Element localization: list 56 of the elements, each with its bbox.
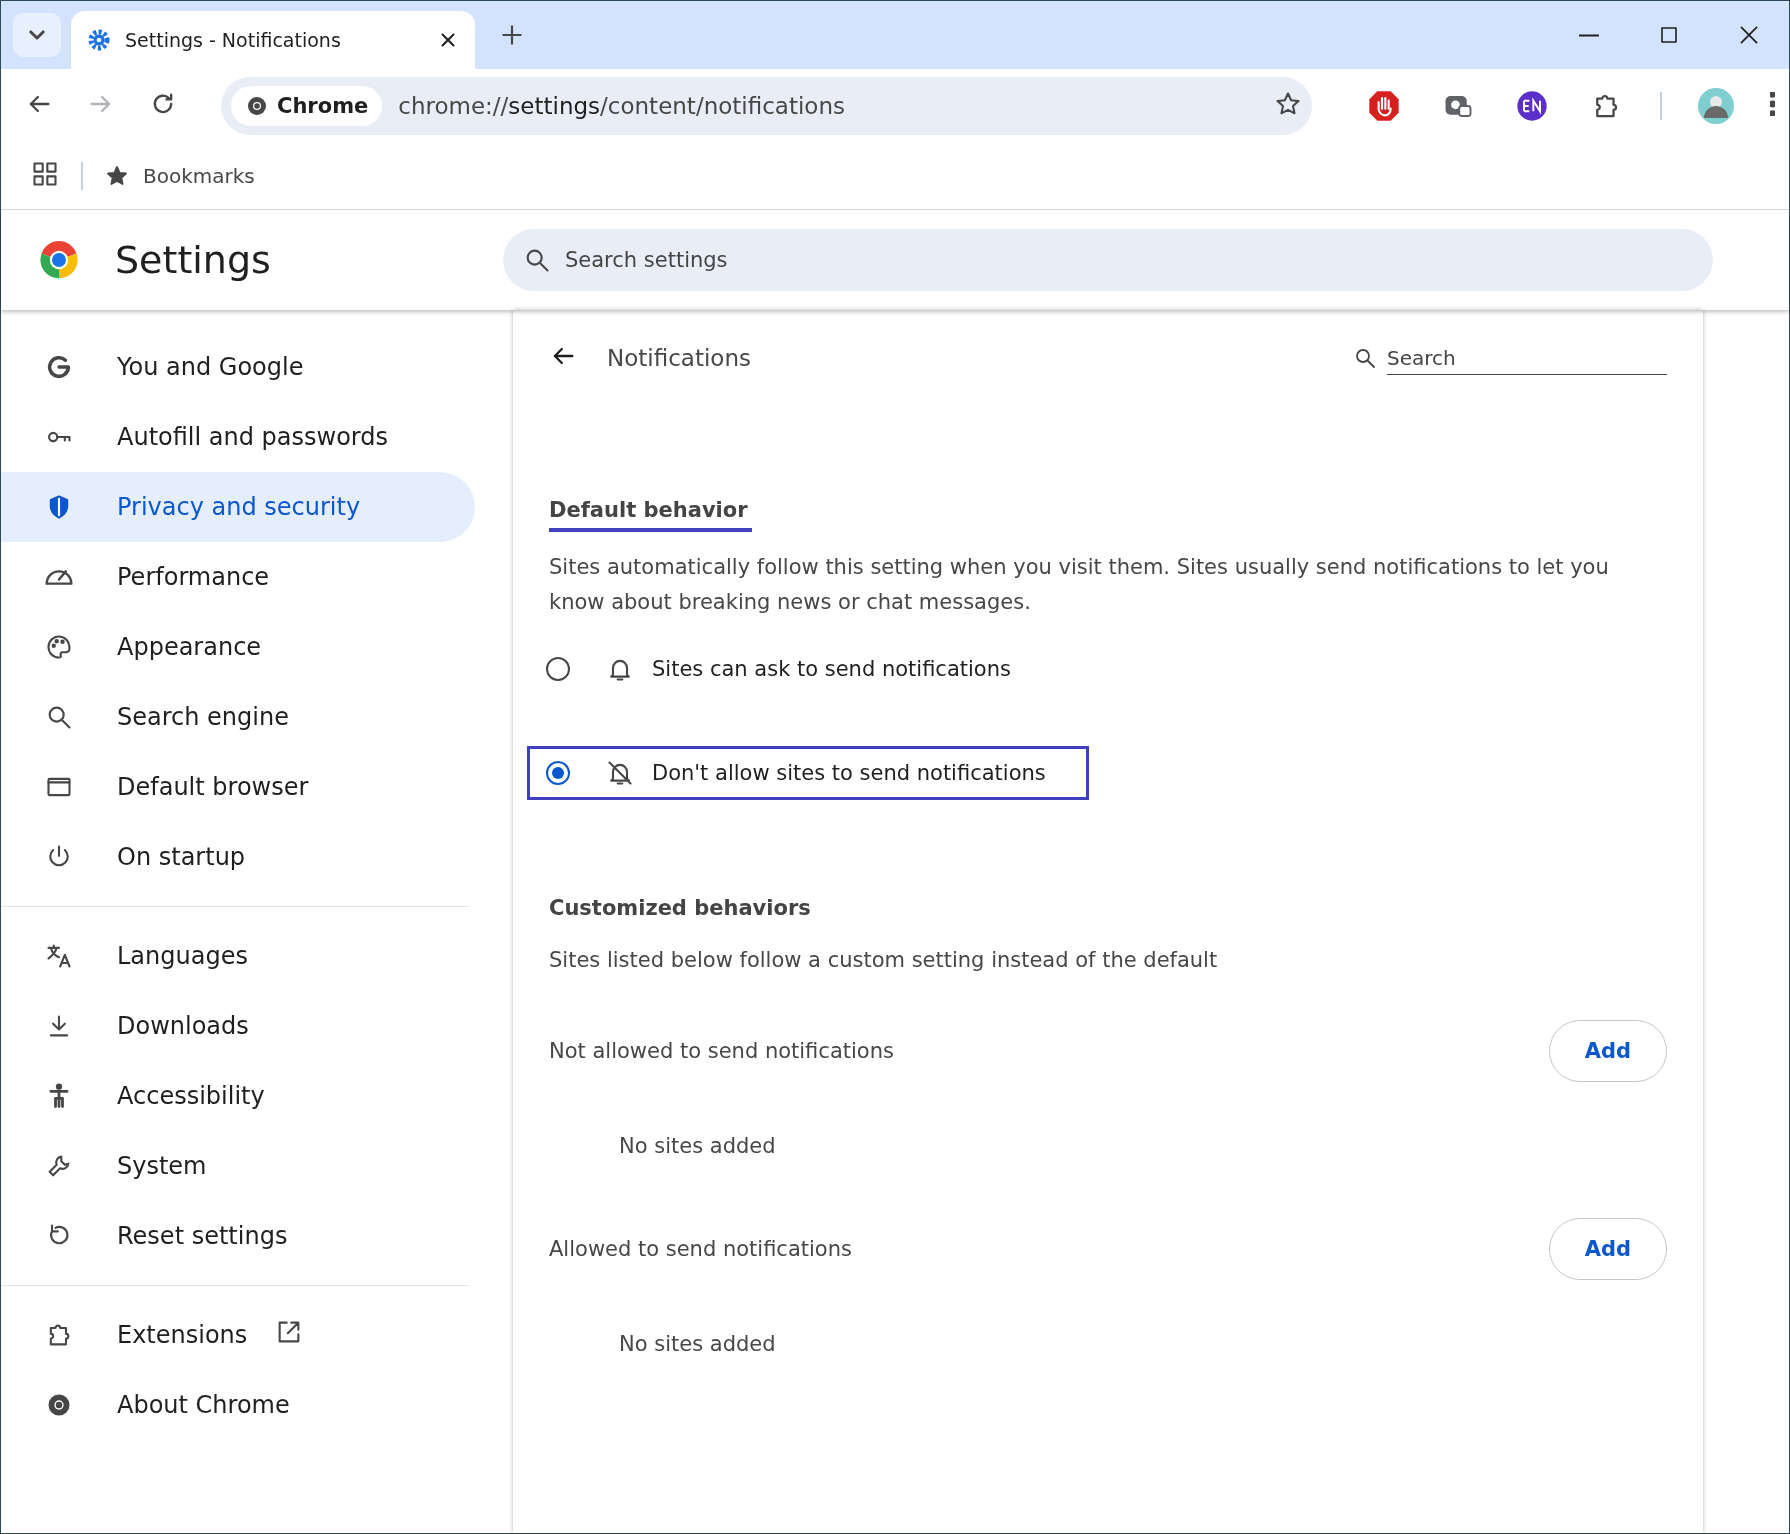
page-title: Notifications [607,345,752,371]
sidebar-item[interactable]: Performance [1,542,469,612]
sidebar-item[interactable]: About Chrome [1,1370,469,1440]
tab-search-button[interactable] [13,13,61,57]
avatar-icon [1698,88,1734,124]
hand-stop-icon [1368,90,1400,122]
more-vertical-icon [1770,92,1775,116]
list-title: Allowed to send notifications [549,1237,852,1261]
minimize-icon [1579,33,1599,37]
google-g-icon [45,353,73,381]
chrome-logo-icon [245,94,269,118]
radio-option[interactable]: Don't allow sites to send notifications [527,746,1089,800]
search-field[interactable]: Search [1387,341,1667,375]
search-icon [1353,346,1377,370]
sidebar-item[interactable]: System [1,1131,469,1201]
url-text: chrome://settings/content/notifications [398,93,846,119]
section-description: Sites automatically follow this setting when you visit them. Sites usually send notifications to let you know about breaking news or chat messages. [549,554,1610,616]
bookmarks-link[interactable]: Bookmarks [105,164,255,188]
sidebar-item[interactable]: You and Google [1,332,469,402]
sidebar-item[interactable]: Default browser [1,752,469,822]
language-badge-icon [1516,90,1548,122]
settings-title: Settings [115,238,271,282]
sidebar-item[interactable]: Extensions [1,1300,469,1370]
sidebar-item[interactable]: On startup [1,822,469,892]
add-button[interactable]: Add [1549,1020,1667,1082]
section-heading: Default behavior [549,498,752,532]
profile-button[interactable] [1696,86,1736,126]
sidebar-item[interactable]: Languages [1,921,469,991]
star-icon [105,164,129,188]
radio-button[interactable] [546,761,570,785]
gear-icon [87,28,111,52]
sidebar-item[interactable]: Downloads [1,991,469,1061]
site-chip[interactable]: Chrome [231,86,383,126]
sidebar-item[interactable]: Reset settings [1,1201,469,1271]
sidebar-item[interactable]: Accessibility [1,1061,469,1131]
sidebar-item[interactable]: Appearance [1,612,469,682]
empty-list-text: No sites added [618,1332,777,1356]
radio-button[interactable] [546,657,570,681]
sidebar-item[interactable]: Search engine [1,682,469,752]
address-bar[interactable]: Chrome chrome://settings/content/notifications [221,77,1312,135]
sidebar-item[interactable]: Autofill and passwords [1,402,469,472]
radio-option[interactable]: Sites can ask to send notifications [527,642,1054,696]
bell-off-icon [606,759,634,787]
gauge-icon [45,569,73,585]
translate-icon [45,942,73,970]
plus-icon [499,22,525,48]
grid-icon [31,159,59,188]
section-description: Sites listed below follow a custom setting instead of the default [549,948,1219,972]
sidebar-item[interactable]: Privacy and security [1,472,475,542]
section-heading: Customized behaviors [549,896,812,920]
browser-tab[interactable]: Settings - Notifications [71,11,475,69]
palette-icon [45,633,73,661]
chevron-down-icon [29,30,45,40]
add-button[interactable]: Add [1549,1218,1667,1280]
empty-list-text: No sites added [618,1134,777,1158]
list-title: Not allowed to send notifications [549,1039,894,1063]
